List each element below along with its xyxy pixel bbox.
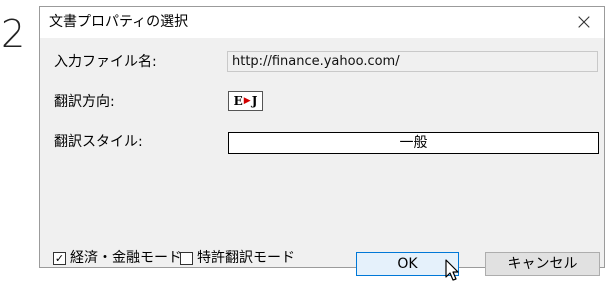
input-file-label: 入力ファイル名: bbox=[54, 54, 157, 70]
direction-to: J bbox=[251, 94, 258, 108]
close-icon[interactable]: × bbox=[564, 7, 604, 38]
economy-finance-checkbox[interactable]: ✓ 経済・金融モード bbox=[53, 249, 182, 267]
step-number: 2 bbox=[1, 12, 26, 56]
mouse-pointer-icon bbox=[445, 259, 459, 281]
dialog-title: 文書プロパティの選択 bbox=[49, 14, 189, 30]
checkbox-unchecked-icon[interactable] bbox=[180, 251, 193, 265]
style-label: 翻訳スタイル: bbox=[54, 134, 143, 150]
direction-from: E bbox=[233, 94, 243, 108]
cancel-button[interactable]: キャンセル bbox=[485, 252, 600, 276]
arrow-right-icon: ▶ bbox=[243, 96, 251, 106]
document-properties-dialog: 文書プロパティの選択 × 入力ファイル名: http://finance.yah… bbox=[39, 6, 605, 281]
checkbox-checked-icon[interactable]: ✓ bbox=[53, 251, 66, 265]
input-file-field: http://finance.yahoo.com/ bbox=[227, 51, 598, 72]
patent-translation-checkbox[interactable]: 特許翻訳モード bbox=[180, 249, 295, 267]
economy-finance-label: 経済・金融モード bbox=[70, 250, 182, 266]
ok-button[interactable]: OK bbox=[356, 252, 459, 276]
style-select[interactable]: 一般 bbox=[228, 132, 599, 154]
direction-badge: E ▶ J bbox=[228, 91, 263, 111]
direction-label: 翻訳方向: bbox=[54, 94, 115, 110]
patent-translation-label: 特許翻訳モード bbox=[197, 250, 295, 266]
title-bar: 文書プロパティの選択 × bbox=[40, 7, 604, 38]
